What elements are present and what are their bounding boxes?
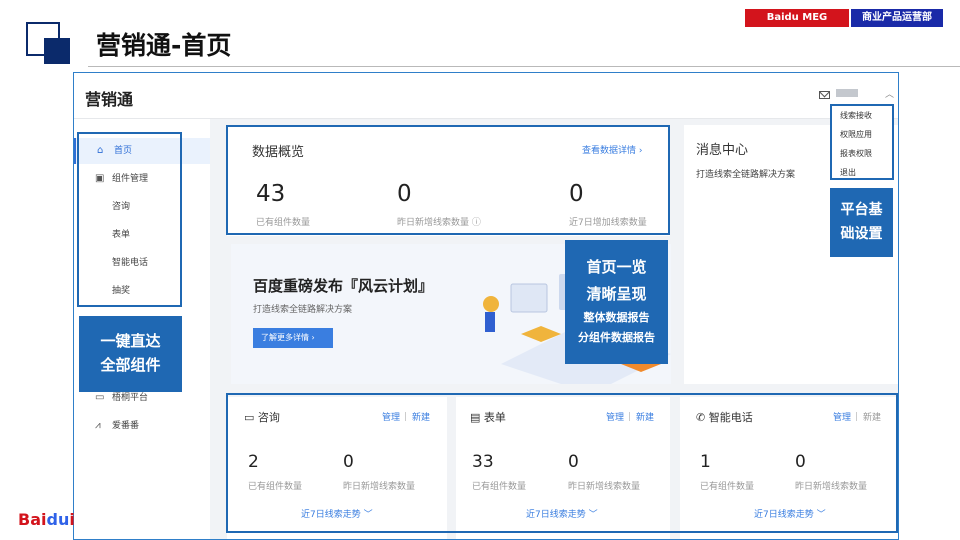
chevron-up-icon[interactable]: ︿ <box>885 87 894 100</box>
callout-platform-settings: 平台基 础设置 <box>830 188 893 257</box>
mail-icon[interactable] <box>819 91 830 99</box>
sidebar-item-aifanfan[interactable]: ⩘ 爱番番 <box>74 413 210 439</box>
callout-all-components: 一键直达 全部组件 <box>79 316 182 392</box>
user-name[interactable] <box>836 89 858 97</box>
banner-subtitle: 打造线索全链路解决方案 <box>253 305 353 315</box>
menu-item-permission-app[interactable]: 权限应用 <box>840 129 872 140</box>
learn-more-button[interactable]: 了解更多详情 › <box>253 328 333 348</box>
app-name: 营销通 <box>85 90 134 109</box>
menu-item-report-permission[interactable]: 报表权限 <box>840 148 872 159</box>
callout-homepage-overview: 首页一览 清晰呈现 整体数据报告 分组件数据报告 <box>565 240 668 364</box>
highlight-overview <box>226 125 670 235</box>
menu-item-logout[interactable]: 退出 <box>840 167 856 178</box>
tag-baidu-meg: Baidu MEG <box>745 9 849 27</box>
banner-title: 百度重磅发布『风云计划』 <box>253 277 434 295</box>
slide-logo-fill <box>44 38 70 64</box>
baidu-logo: Baidui <box>18 510 75 529</box>
slide-title: 营销通-首页 <box>96 31 232 60</box>
message-center-title: 消息中心 <box>696 143 749 158</box>
menu-item-lead-receive[interactable]: 线索接收 <box>840 110 872 121</box>
message-item[interactable]: 打造线索全链路解决方案 <box>696 167 795 180</box>
highlight-sidebar <box>77 132 182 307</box>
slide: 营销通-首页 Baidu MEG 商业产品运营部 营销通 ︿ ⌂ 首页 ▣ 组件… <box>0 0 960 540</box>
header-divider <box>88 66 960 67</box>
highlight-modules <box>226 393 898 533</box>
user-menu-popup: 线索接收 权限应用 报表权限 退出 <box>830 104 894 180</box>
tag-department: 商业产品运营部 <box>851 9 943 27</box>
aifanfan-icon: ⩘ <box>95 420 101 431</box>
app-topbar: 营销通 ︿ <box>74 73 898 119</box>
